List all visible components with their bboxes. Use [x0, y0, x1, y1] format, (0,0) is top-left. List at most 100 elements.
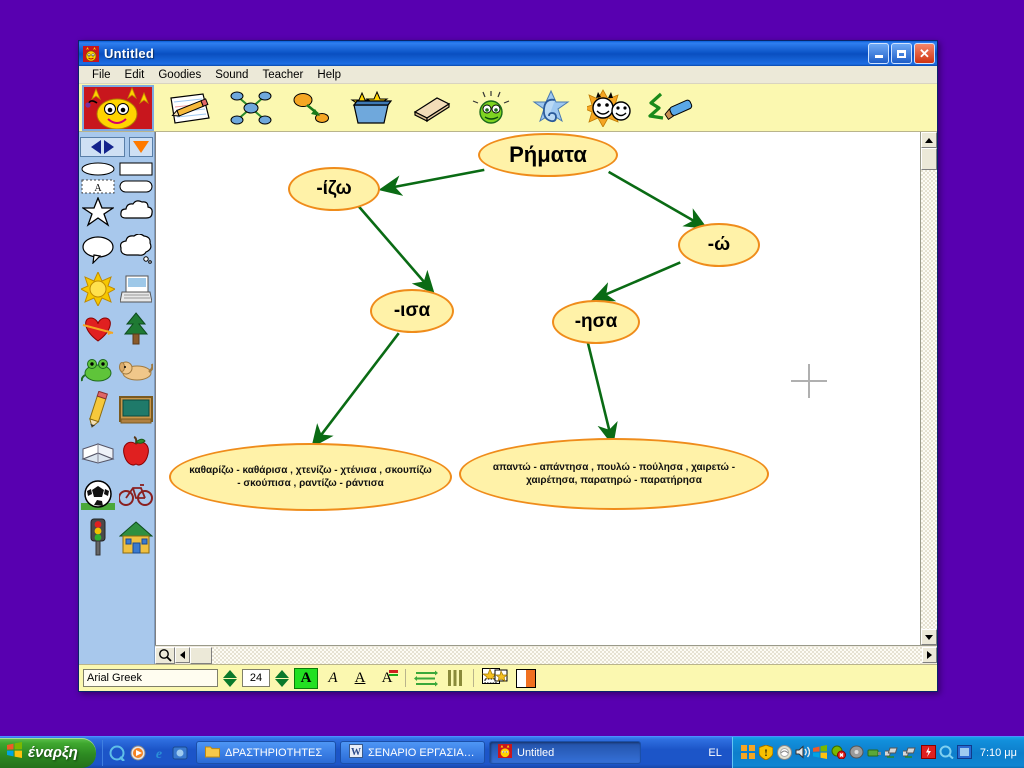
menu-item-teacher[interactable]: Teacher — [255, 68, 310, 82]
window-body: A Ρήματα -ίζω -ώ -ισα -ησα καθαρίζω - κα… — [79, 132, 937, 664]
window-titlebar[interactable]: Untitled ✕ — [79, 41, 937, 66]
usb-device-tray-icon[interactable] — [867, 745, 882, 760]
internet-explorer-quicklaunch-icon[interactable]: e — [151, 745, 167, 762]
book-picture-swatch[interactable] — [79, 431, 117, 473]
rectangle-shape-swatch[interactable] — [117, 160, 155, 177]
chalkboard-picture-swatch[interactable] — [117, 389, 155, 431]
font-name-stepper[interactable] — [221, 668, 239, 688]
speech-bubble-shape-swatch[interactable] — [79, 229, 117, 269]
diagram-icon[interactable] — [221, 86, 281, 130]
tree-picture-swatch[interactable] — [117, 309, 155, 349]
blue-monitor-tray-icon[interactable] — [956, 745, 972, 760]
heart-picture-swatch[interactable] — [79, 309, 117, 349]
scroll-up-arrow-icon — [925, 137, 933, 143]
network-activity-1-tray-icon[interactable] — [881, 745, 900, 760]
scroll-right-button[interactable] — [922, 647, 937, 663]
palette-prev-next-buttons[interactable] — [80, 137, 125, 157]
menu-item-goodies[interactable]: Goodies — [151, 68, 208, 82]
house-picture-swatch[interactable] — [117, 515, 155, 559]
italic-button[interactable]: A — [321, 668, 345, 689]
media-player-quicklaunch-icon[interactable] — [109, 745, 125, 762]
symbol-caption-button[interactable] — [480, 668, 510, 689]
scroll-up-button[interactable] — [921, 132, 937, 148]
minimize-button[interactable] — [868, 43, 889, 64]
vertical-scroll-track[interactable] — [921, 170, 937, 629]
diagram-node-isa[interactable]: -ισα — [370, 289, 454, 333]
pencil-picture-swatch[interactable] — [79, 389, 117, 431]
traffic-light-picture-swatch[interactable] — [79, 515, 117, 559]
menu-item-help[interactable]: Help — [310, 68, 348, 82]
symbol-palette-icon[interactable] — [341, 86, 401, 130]
soccer-ball-picture-swatch[interactable] — [79, 473, 117, 515]
fill-color-button[interactable] — [513, 668, 539, 689]
network-connections-tray-icon[interactable] — [740, 745, 756, 760]
link-icon[interactable] — [281, 86, 341, 130]
font-name-combo[interactable] — [83, 669, 218, 687]
taskbar-button-untitled[interactable]: Untitled — [489, 741, 641, 764]
diagram-node-leaf2[interactable]: απαντώ - απάντησα , πουλώ - πούλησα , χα… — [459, 438, 769, 510]
maximize-button[interactable] — [891, 43, 912, 64]
eraser-icon[interactable] — [401, 86, 461, 130]
diagram-node-root[interactable]: Ρήματα — [478, 133, 618, 177]
font-color-button[interactable]: A — [375, 668, 399, 689]
close-button[interactable]: ✕ — [914, 43, 935, 64]
write-icon[interactable] — [161, 86, 221, 130]
sun-faces-icon[interactable] — [581, 86, 641, 130]
update-disk-tray-icon[interactable] — [776, 745, 792, 760]
underline-button[interactable]: A — [348, 668, 372, 689]
sun-picture-swatch[interactable] — [79, 269, 117, 309]
diagram-node-isa2[interactable]: -ησα — [552, 300, 640, 344]
bold-button[interactable]: A — [294, 667, 318, 689]
taskbar-button-activities[interactable]: ΔΡΑΣΤΗΡΙΟΤΗΤΕΣ — [196, 741, 336, 764]
show-desktop-quicklaunch-icon[interactable] — [172, 745, 188, 761]
taskbar-button-document[interactable]: W ΣΕΝΑΡΙΟ ΕΡΓΑΣΙΑ… — [340, 741, 485, 764]
language-indicator[interactable]: EL — [698, 747, 731, 759]
taskbar-clock[interactable]: 7:10 μμ — [980, 747, 1017, 759]
zoom-magnifier-icon[interactable] — [155, 646, 175, 664]
horizontal-scroll-thumb[interactable] — [190, 646, 212, 664]
menu-item-sound[interactable]: Sound — [208, 68, 255, 82]
network-activity-2-tray-icon[interactable] — [899, 745, 918, 760]
scroll-left-button[interactable] — [175, 647, 190, 663]
scroll-down-button[interactable] — [921, 629, 937, 645]
text-box-shape-swatch[interactable]: A — [79, 177, 117, 195]
vertical-scroll-thumb[interactable] — [921, 148, 937, 170]
paintbrush-icon[interactable] — [641, 86, 701, 130]
font-size-stepper[interactable] — [273, 668, 291, 688]
start-button[interactable]: έναρξη — [0, 737, 96, 768]
bicycle-picture-swatch[interactable] — [117, 473, 155, 515]
horizontal-scrollbar[interactable] — [155, 645, 937, 664]
realplayer-quicklaunch-icon[interactable] — [130, 745, 146, 761]
listen-ear-icon[interactable] — [521, 86, 581, 130]
frog-picture-swatch[interactable] — [79, 349, 117, 389]
align-button[interactable] — [412, 668, 440, 689]
laptop-picture-swatch[interactable] — [117, 269, 155, 309]
volume-speaker-tray-icon[interactable] — [795, 745, 811, 760]
security-shield-tray-icon[interactable]: ! — [758, 744, 774, 761]
bubble-face-icon[interactable] — [461, 86, 521, 130]
star-shape-swatch[interactable] — [79, 195, 117, 229]
diagram-node-izo[interactable]: -ίζω — [288, 167, 380, 211]
red-warning-tray-icon[interactable] — [920, 745, 936, 760]
rounded-rect-shape-swatch[interactable] — [117, 177, 155, 195]
antivirus-alert-tray-icon[interactable] — [831, 745, 846, 760]
horizontal-scroll-track[interactable] — [212, 646, 922, 664]
apple-picture-swatch[interactable] — [117, 431, 155, 473]
spacing-button[interactable] — [443, 668, 467, 689]
cloud-shape-swatch[interactable] — [117, 195, 155, 229]
menu-item-edit[interactable]: Edit — [118, 68, 152, 82]
diagram-node-leaf1[interactable]: καθαρίζω - καθάρισα , χτενίζω - χτένισα … — [169, 443, 452, 511]
palette-more-button[interactable] — [129, 137, 153, 157]
menu-item-file[interactable]: File — [85, 68, 118, 82]
cd-drive-tray-icon[interactable] — [849, 745, 864, 760]
diagram-node-omega[interactable]: -ώ — [678, 223, 760, 267]
diagram-canvas[interactable]: Ρήματα -ίζω -ώ -ισα -ησα καθαρίζω - καθά… — [155, 132, 920, 645]
vertical-scrollbar[interactable] — [920, 132, 937, 645]
font-size-input[interactable] — [242, 669, 270, 687]
mascot-character-icon[interactable] — [82, 85, 154, 131]
search-tray-icon[interactable] — [939, 745, 954, 760]
dog-picture-swatch[interactable] — [117, 349, 155, 389]
ellipse-shape-swatch[interactable] — [79, 160, 117, 177]
windows-flag-tray-icon[interactable] — [812, 745, 828, 760]
thought-bubble-shape-swatch[interactable] — [117, 229, 155, 269]
